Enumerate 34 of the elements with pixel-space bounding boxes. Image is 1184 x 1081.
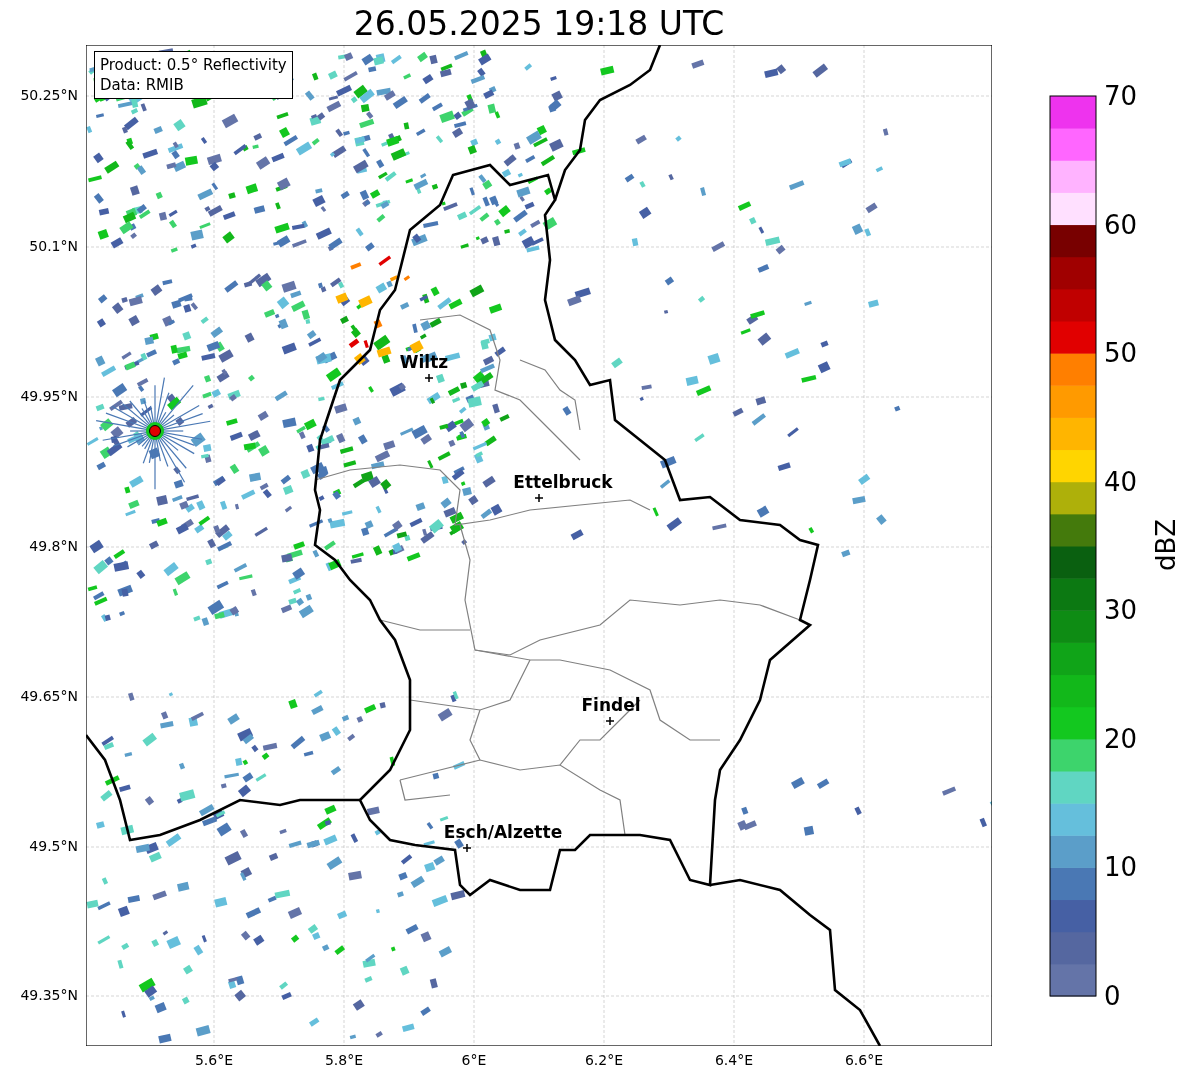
city-marker-icon [462, 843, 472, 853]
colorbar-label: dBZ [1151, 518, 1182, 572]
chart-title: 26.05.2025 19:18 UTC [352, 4, 726, 43]
info-text: Data: RMIB [100, 75, 185, 95]
axis-tick-label: 49.8°N [29, 538, 78, 554]
info-text: Product: 0.5° Reflectivity [100, 55, 287, 75]
axis-tick-label: 6.4°E [713, 1052, 755, 1068]
axis-tick-label: 5.8°E [323, 1052, 365, 1068]
city-label: Esch/Alzette [443, 822, 563, 842]
axis-tick-label: 50.25°N [20, 87, 78, 103]
city-label: Ettelbruck [513, 472, 613, 492]
axis-tick-label: 49.35°N [20, 987, 78, 1003]
colorbar-tick-label: 60 [1104, 209, 1138, 240]
axis-tick-label: 49.5°N [29, 838, 78, 854]
axis-tick-label: 6.6°E [843, 1052, 885, 1068]
colorbar-tick-label: 20 [1104, 723, 1138, 754]
city-marker-icon [424, 373, 434, 383]
city-label: Wiltz [399, 352, 449, 372]
axis-tick-label: 50.1°N [29, 238, 78, 254]
colorbar-tick-label: 0 [1104, 981, 1121, 1011]
axis-tick-label: 6.2°E [583, 1052, 625, 1068]
colorbar-tick-label: 40 [1104, 466, 1138, 497]
axis-tick-label: 49.65°N [20, 688, 78, 704]
axis-tick-label: 49.95°N [20, 388, 78, 404]
colorbar-tick-label: 50 [1104, 338, 1138, 369]
axis-tick-label: 5.6°E [193, 1052, 235, 1068]
colorbar-tick-label: 30 [1104, 595, 1138, 626]
colorbar-tick-label: 70 [1104, 81, 1138, 111]
city-marker-icon [605, 716, 615, 726]
colorbar-tick-label: 10 [1104, 852, 1138, 883]
city-marker-icon [534, 493, 544, 503]
axis-tick-label: 6°E [460, 1052, 488, 1068]
radar-site-marker [149, 425, 161, 437]
city-label: Findel [581, 695, 641, 715]
